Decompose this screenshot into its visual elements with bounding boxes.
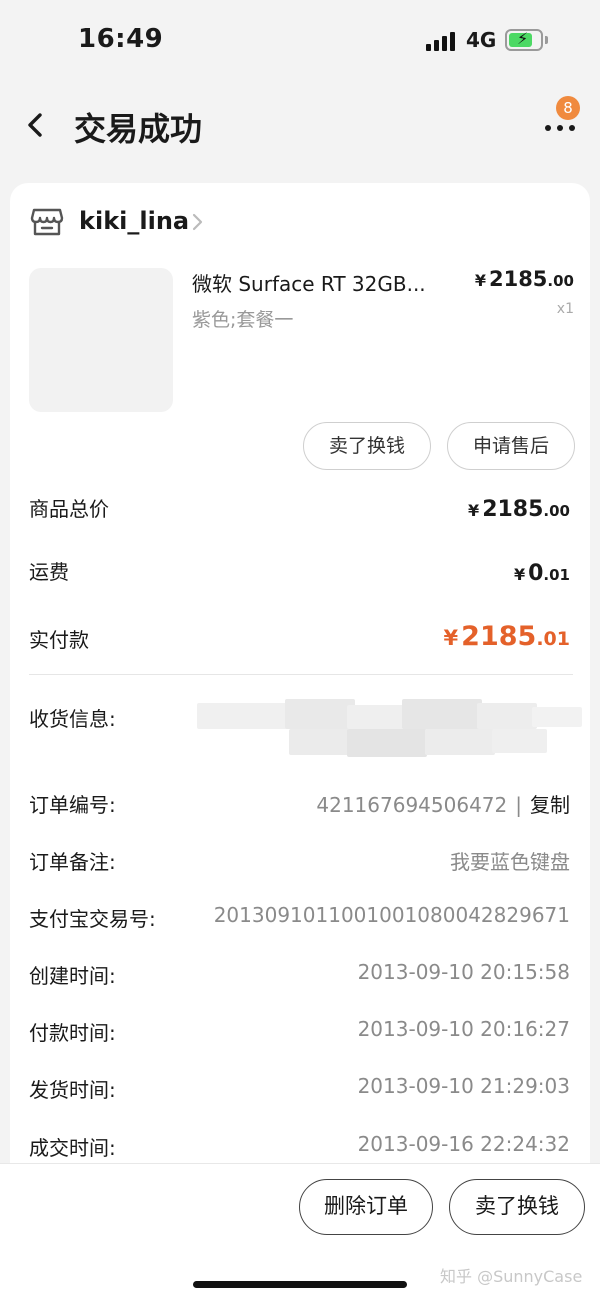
currency-symbol: ¥: [513, 565, 526, 584]
order-note-label: 订单备注:: [29, 850, 116, 874]
product-spec: 紫色;套餐一: [192, 309, 294, 331]
product-name[interactable]: 微软 Surface RT 32GB...: [192, 268, 426, 297]
created-time-value: 2013-09-10 20:15:58: [357, 960, 570, 984]
home-indicator[interactable]: [193, 1281, 407, 1288]
order-number-label: 订单编号:: [29, 793, 116, 817]
deal-time-value: 2013-09-16 22:24:32: [357, 1132, 570, 1156]
shipping-info-label: 收货信息:: [29, 707, 116, 731]
price-integer: 2185: [488, 267, 548, 291]
amount-paid-decimal: .01: [536, 628, 570, 650]
shipping-fee-label: 运费: [29, 560, 69, 584]
created-time-label: 创建时间:: [29, 964, 116, 988]
product-price: ¥2185.00: [475, 267, 574, 291]
shop-name: kiki_lina: [79, 207, 190, 235]
shipping-fee-integer: 0: [528, 561, 544, 586]
order-note-value: 我要蓝色键盘: [450, 850, 570, 874]
order-number-row: 421167694506472 | 复制: [316, 789, 570, 818]
page-title: 交易成功: [74, 110, 203, 148]
chevron-right-icon: [192, 213, 203, 231]
payment-time-value: 2013-09-10 20:16:27: [357, 1017, 570, 1041]
nav-bar: 交易成功: [0, 85, 600, 165]
product-quantity: x1: [556, 301, 574, 317]
sell-for-cash-button-bottom[interactable]: 卖了换钱: [449, 1179, 585, 1235]
battery-cap: [545, 36, 548, 44]
order-number: 421167694506472: [316, 793, 508, 817]
separator: |: [515, 793, 522, 817]
back-arrow-icon[interactable]: [22, 107, 52, 143]
goods-total-label: 商品总价: [29, 497, 109, 521]
payment-time-label: 付款时间:: [29, 1021, 116, 1045]
goods-total-decimal: .00: [543, 502, 570, 520]
notification-badge: 8: [556, 96, 580, 120]
product-thumbnail[interactable]: [29, 268, 173, 412]
price-decimal: .00: [547, 272, 574, 290]
divider: [29, 674, 573, 675]
status-bar: 16:49 4G ⚡: [0, 0, 600, 80]
shipped-time-value: 2013-09-10 21:29:03: [357, 1074, 570, 1098]
watermark: 知乎 @SunnyCase: [440, 1267, 583, 1286]
order-card: kiki_lina 微软 Surface RT 32GB... 紫色;套餐一 ¥…: [10, 183, 590, 1173]
redacted-shipping-info: [197, 699, 583, 757]
sell-for-cash-button[interactable]: 卖了换钱: [303, 422, 431, 470]
shop-row[interactable]: kiki_lina: [10, 183, 590, 263]
shipping-fee-value: ¥0.01: [514, 561, 570, 586]
currency-symbol: ¥: [443, 626, 459, 650]
delete-order-button[interactable]: 删除订单: [299, 1179, 433, 1235]
amount-paid-integer: 2185: [461, 621, 537, 652]
shipping-fee-decimal: .01: [543, 566, 570, 584]
charging-bolt-icon: ⚡: [517, 29, 529, 48]
amount-paid-value: ¥2185.01: [444, 621, 570, 652]
after-sale-button[interactable]: 申请售后: [447, 422, 575, 470]
shipped-time-label: 发货时间:: [29, 1078, 116, 1102]
network-type: 4G: [466, 28, 497, 52]
currency-symbol: ¥: [474, 271, 486, 290]
currency-symbol: ¥: [468, 501, 480, 520]
battery-icon: ⚡: [505, 29, 543, 51]
goods-total-value: ¥2185.00: [468, 497, 570, 522]
copy-order-number-button[interactable]: 复制: [530, 793, 570, 817]
alipay-trade-label: 支付宝交易号:: [29, 907, 156, 931]
goods-total-integer: 2185: [482, 497, 544, 522]
alipay-trade-number: 2013091011001001080042829671: [213, 903, 570, 927]
amount-paid-label: 实付款: [29, 628, 89, 652]
bottom-action-bar: 删除订单 卖了换钱 知乎 @SunnyCase: [0, 1163, 600, 1300]
shop-icon: [30, 208, 64, 236]
deal-time-label: 成交时间:: [29, 1136, 116, 1160]
signal-strength-icon: [426, 31, 458, 51]
status-time: 16:49: [78, 24, 164, 54]
